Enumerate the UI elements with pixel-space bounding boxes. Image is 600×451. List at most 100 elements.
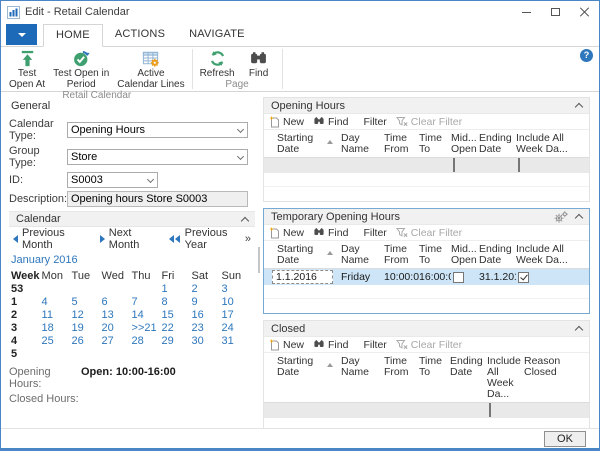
minimize-button[interactable]	[512, 1, 541, 23]
midnight-open-checkbox[interactable]	[453, 158, 455, 172]
day-cell[interactable]	[100, 282, 130, 295]
day-cell[interactable]: 17	[220, 308, 250, 321]
empty-row[interactable]	[264, 285, 589, 299]
day-cell[interactable]: 9	[190, 295, 220, 308]
column-time-from[interactable]: Time From	[384, 356, 419, 378]
day-cell[interactable]: 15	[160, 308, 190, 321]
day-cell[interactable]: 3	[220, 282, 250, 295]
day-cell[interactable]: 23	[190, 321, 220, 334]
find-button[interactable]: Find	[313, 227, 348, 239]
column-starting-date[interactable]: Starting Date	[277, 244, 341, 266]
day-cell[interactable]: 5	[70, 295, 100, 308]
previous-year-link[interactable]: Previous Year	[185, 227, 245, 251]
day-cell[interactable]: 27	[100, 334, 130, 347]
midnight-open-checkbox[interactable]	[453, 272, 464, 283]
tab-home[interactable]: HOME	[43, 24, 103, 47]
clear-filter-button[interactable]: Clear Filter	[396, 339, 462, 351]
column-time-to[interactable]: Time To	[419, 356, 450, 378]
day-cell[interactable]	[160, 347, 190, 360]
more-options-chevron[interactable]: »	[245, 233, 251, 245]
day-cell[interactable]: 26	[70, 334, 100, 347]
starting-date-cell[interactable]: 1.1.2016	[272, 270, 333, 284]
column-reason-closed[interactable]: Reason Closed	[524, 356, 589, 378]
empty-row[interactable]	[264, 173, 589, 187]
day-cell[interactable]	[130, 282, 160, 295]
day-cell[interactable]: 28	[130, 334, 160, 347]
empty-row[interactable]	[264, 187, 589, 201]
column-ending-date[interactable]: Ending Date	[479, 133, 516, 155]
empty-insert-row[interactable]	[264, 158, 589, 173]
day-cell[interactable]	[130, 347, 160, 360]
day-cell[interactable]	[40, 282, 70, 295]
day-cell[interactable]	[220, 347, 250, 360]
column-starting-date[interactable]: Starting Date	[277, 133, 341, 155]
column-time-to[interactable]: Time To	[419, 133, 451, 155]
close-button[interactable]	[570, 1, 599, 23]
clear-filter-button[interactable]: Clear Filter	[396, 116, 462, 128]
day-cell[interactable]: 29	[160, 334, 190, 347]
ok-button[interactable]: OK	[544, 431, 586, 447]
day-cell[interactable]: 10	[220, 295, 250, 308]
day-cell[interactable]: 24	[220, 321, 250, 334]
calendar-section-header[interactable]: Calendar	[9, 211, 255, 227]
id-select[interactable]: S0003	[67, 172, 158, 188]
application-menu-button[interactable]	[6, 24, 37, 45]
test-open-in-period-button[interactable]: Test Open in Period	[49, 48, 113, 90]
column-time-from[interactable]: Time From	[384, 244, 419, 266]
clear-filter-button[interactable]: Clear Filter	[396, 227, 462, 239]
column-day-name[interactable]: Day Name	[341, 356, 384, 378]
column-day-name[interactable]: Day Name	[341, 133, 384, 155]
next-month-link[interactable]: Next Month	[109, 227, 159, 251]
day-cell[interactable]: 13	[100, 308, 130, 321]
find-button[interactable]: Find	[239, 48, 279, 79]
column-include-all-week-days[interactable]: Include All Week Da...	[516, 133, 589, 155]
day-cell[interactable]: 20	[100, 321, 130, 334]
day-name-cell[interactable]: Friday	[341, 271, 384, 283]
day-cell[interactable]: 4	[40, 295, 70, 308]
new-button[interactable]: New	[269, 227, 304, 239]
active-calendar-lines-button[interactable]: Active Calendar Lines	[113, 48, 188, 90]
help-icon[interactable]: ?	[580, 49, 593, 62]
day-cell[interactable]	[70, 347, 100, 360]
closed-header[interactable]: Closed	[264, 321, 589, 337]
day-cell[interactable]: 6	[100, 295, 130, 308]
column-include-all-week-days[interactable]: Include All Week Da...	[516, 244, 589, 266]
day-cell[interactable]: 11	[40, 308, 70, 321]
day-cell[interactable]: 31	[220, 334, 250, 347]
test-open-at-button[interactable]: Test Open At	[5, 48, 49, 90]
new-button[interactable]: New	[269, 339, 304, 351]
tab-navigate[interactable]: NAVIGATE	[177, 24, 257, 46]
column-ending-date[interactable]: Ending Date	[450, 356, 487, 378]
column-day-name[interactable]: Day Name	[341, 244, 384, 266]
column-midnight-open[interactable]: Mid... Open	[451, 133, 479, 155]
customize-gears-icon[interactable]	[554, 211, 568, 223]
find-button[interactable]: Find	[313, 116, 348, 128]
column-time-from[interactable]: Time From	[384, 133, 419, 155]
column-include-all-week-days[interactable]: Include All Week Da...	[487, 356, 524, 400]
calendar-type-select[interactable]: Opening Hours	[67, 122, 248, 138]
include-all-week-days-checkbox[interactable]	[489, 403, 491, 417]
column-midnight-open[interactable]: Mid... Open	[451, 244, 479, 266]
time-from-cell[interactable]: 10:00:00	[384, 271, 419, 283]
day-cell[interactable]: 12	[70, 308, 100, 321]
day-cell[interactable]	[190, 347, 220, 360]
find-button[interactable]: Find	[313, 339, 348, 351]
ending-date-cell[interactable]: 31.1.2016	[479, 271, 516, 283]
day-cell[interactable]: 2	[190, 282, 220, 295]
day-cell[interactable]	[100, 347, 130, 360]
include-all-week-days-checkbox[interactable]	[518, 272, 529, 283]
new-button[interactable]: New	[269, 116, 304, 128]
day-cell[interactable]: 16	[190, 308, 220, 321]
description-field[interactable]: Opening hours Store S0003	[67, 191, 248, 207]
include-all-week-days-checkbox[interactable]	[518, 158, 520, 172]
previous-month-link[interactable]: Previous Month	[22, 227, 90, 251]
column-time-to[interactable]: Time To	[419, 244, 451, 266]
day-cell[interactable]: 22	[160, 321, 190, 334]
day-cell-selected[interactable]: >>21	[130, 321, 160, 334]
tab-actions[interactable]: ACTIONS	[103, 24, 177, 46]
refresh-button[interactable]: Refresh	[196, 48, 239, 79]
day-cell[interactable]: 30	[190, 334, 220, 347]
day-cell[interactable]: 25	[40, 334, 70, 347]
day-cell[interactable]: 1	[160, 282, 190, 295]
pane-splitter[interactable]	[255, 92, 263, 428]
